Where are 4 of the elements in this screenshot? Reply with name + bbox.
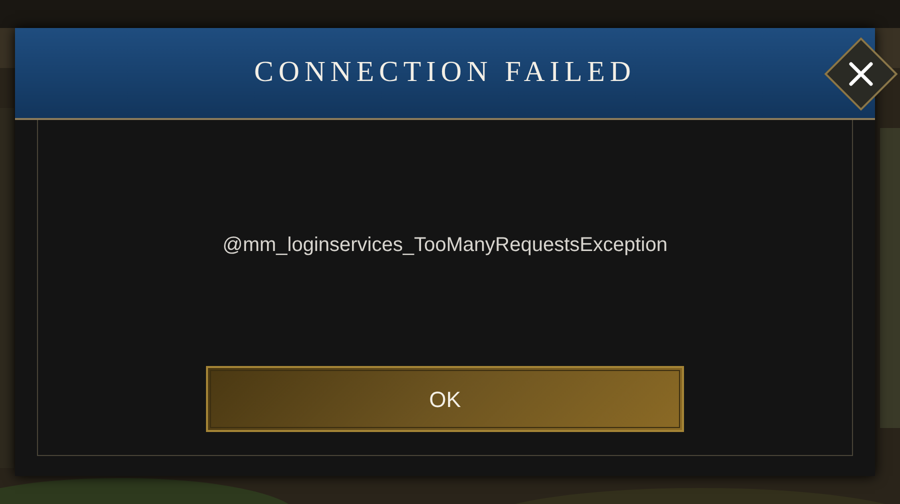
error-message: @mm_loginservices_TooManyRequestsException: [222, 233, 668, 258]
ok-button[interactable]: OK: [206, 366, 684, 432]
dialog-title: CONNECTION FAILED: [254, 55, 636, 90]
close-icon: [848, 61, 874, 87]
